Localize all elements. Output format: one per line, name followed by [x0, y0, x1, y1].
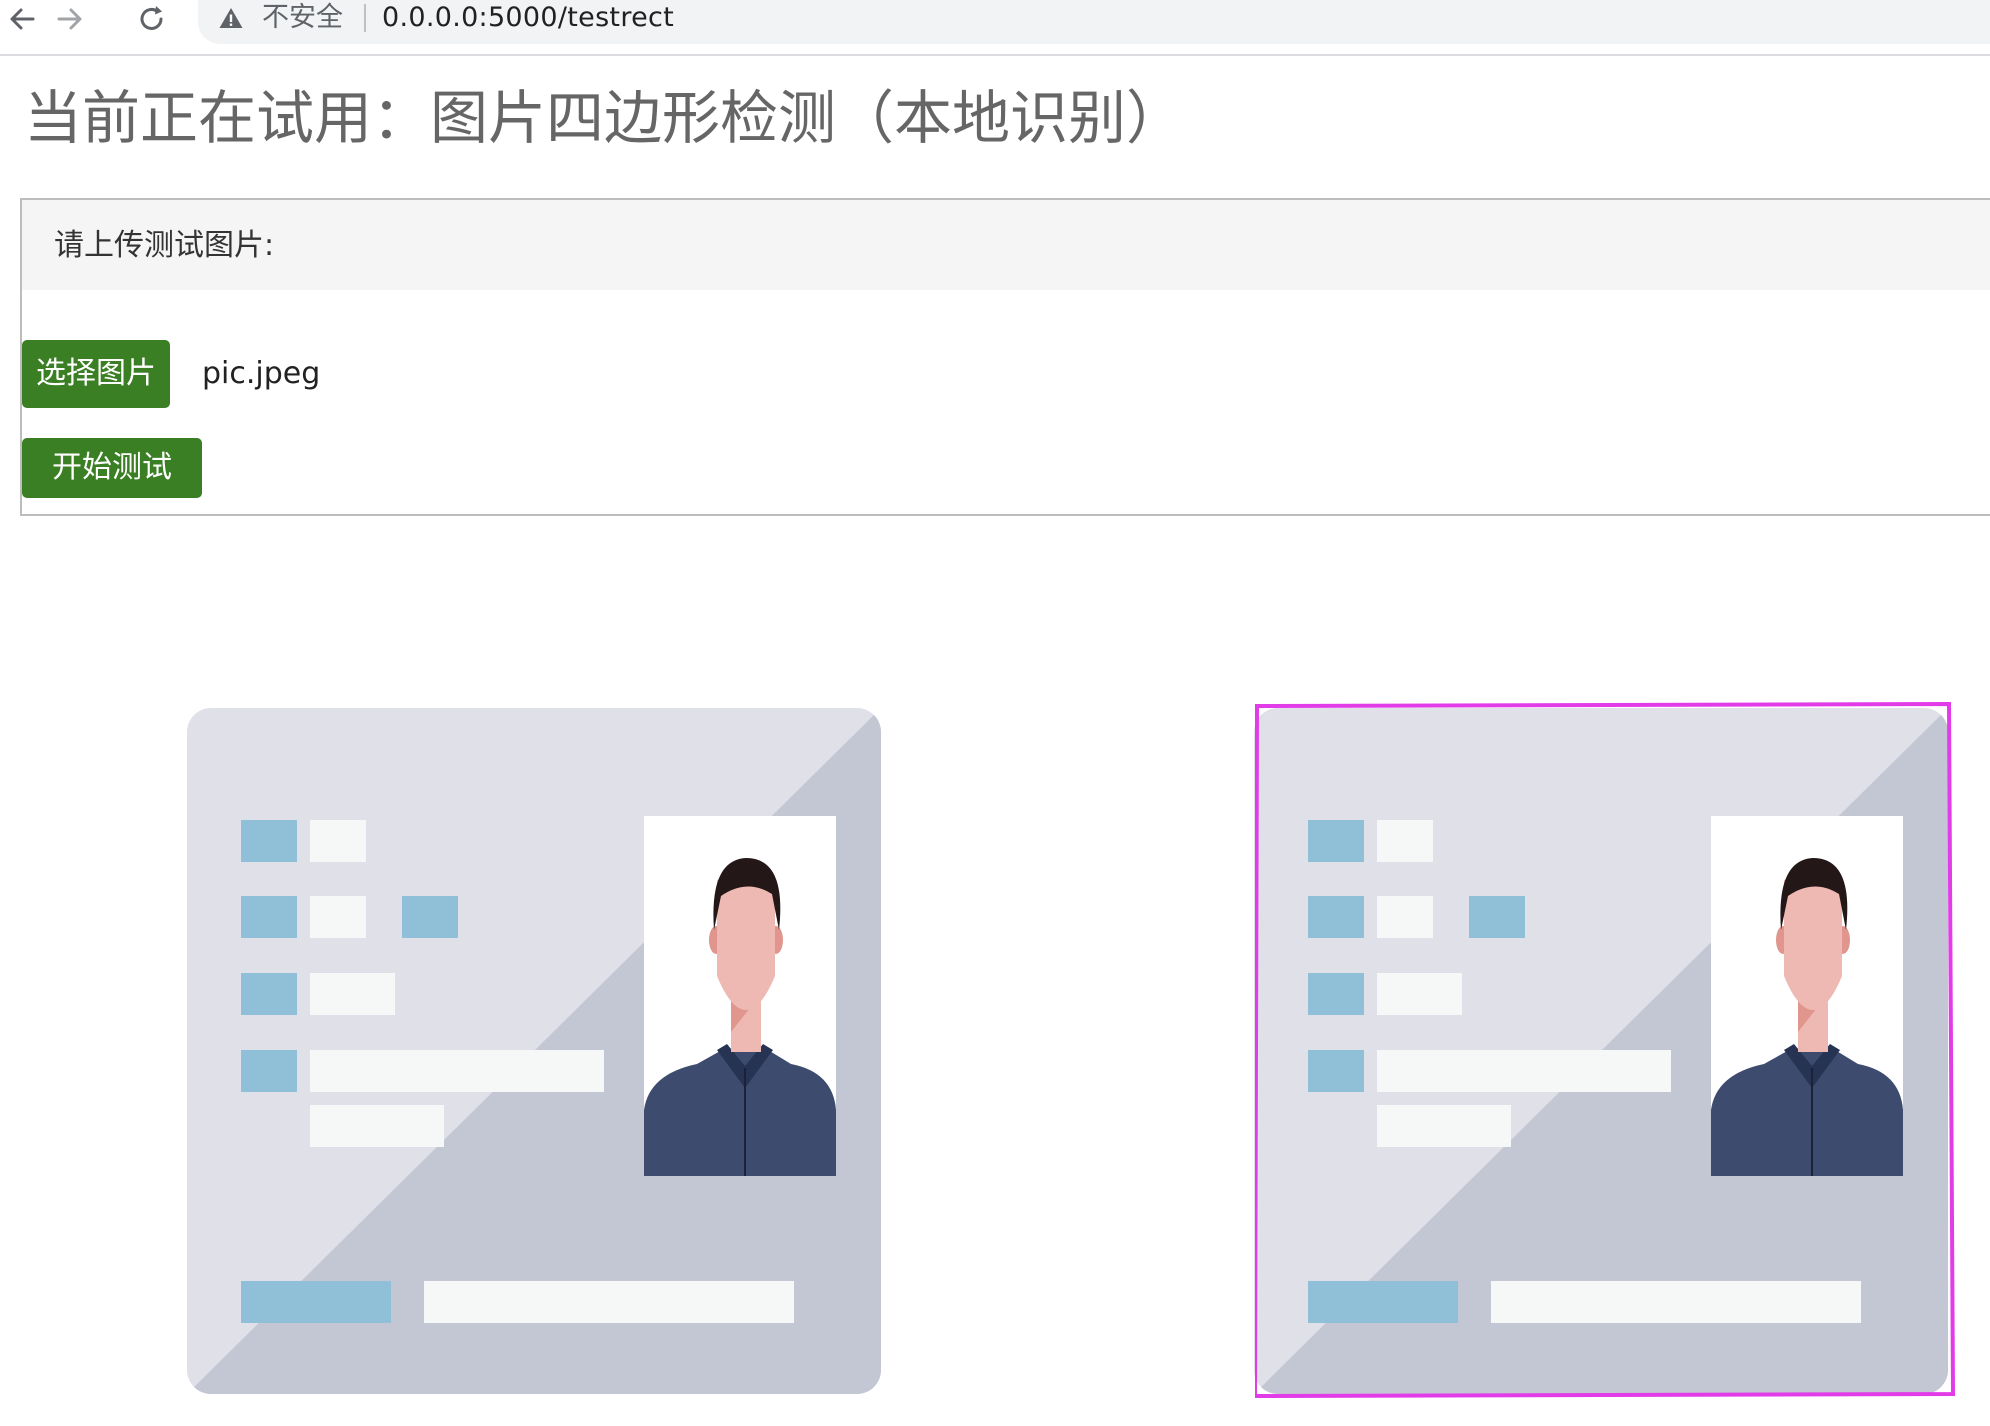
back-arrow-icon[interactable] [2, 0, 42, 38]
security-status-label[interactable]: 不安全 [262, 2, 343, 34]
field-block [1377, 973, 1462, 1015]
select-image-button[interactable]: 选择图片 [22, 340, 170, 408]
page-title: 当前正在试用：图片四边形检测（本地识别） [24, 84, 1185, 152]
detected-id-card-image [1254, 708, 1948, 1394]
field-block [1377, 1105, 1511, 1147]
field-block [1469, 896, 1525, 938]
forward-arrow-icon[interactable] [50, 0, 90, 38]
portrait-photo [1711, 816, 1903, 1176]
address-bar[interactable]: 不安全 0.0.0.0:5000/testrect [198, 0, 1990, 44]
field-block [241, 820, 297, 862]
field-block [241, 1050, 297, 1092]
panel-heading: 请上传测试图片: [22, 200, 1990, 290]
original-id-card-image [187, 708, 881, 1394]
selected-file-name: pic.jpeg [202, 356, 321, 391]
field-block [310, 896, 366, 938]
field-block [1308, 820, 1364, 862]
url-text[interactable]: 0.0.0.0:5000/testrect [382, 1, 674, 35]
field-block [1377, 896, 1433, 938]
field-block [1491, 1281, 1861, 1323]
field-block [1308, 896, 1364, 938]
field-block [1377, 820, 1433, 862]
field-block [1308, 1050, 1364, 1092]
omnibox-divider [364, 4, 366, 32]
panel-heading-text: 请上传测试图片: [54, 228, 275, 263]
start-test-button[interactable]: 开始测试 [22, 438, 202, 498]
reload-icon[interactable] [132, 0, 172, 38]
warning-icon[interactable] [218, 6, 244, 34]
field-block [1377, 1050, 1671, 1092]
browser-toolbar: 不安全 0.0.0.0:5000/testrect [0, 0, 1990, 56]
field-block [241, 1281, 391, 1323]
field-block [1308, 973, 1364, 1015]
portrait-photo [644, 816, 836, 1176]
field-block [402, 896, 458, 938]
field-block [310, 820, 366, 862]
field-block [241, 973, 297, 1015]
field-block [1308, 1281, 1458, 1323]
field-block [424, 1281, 794, 1323]
field-block [310, 973, 395, 1015]
upload-panel: 请上传测试图片: 选择图片 pic.jpeg 开始测试 [20, 198, 1990, 516]
field-block [241, 896, 297, 938]
field-block [310, 1050, 604, 1092]
field-block [310, 1105, 444, 1147]
